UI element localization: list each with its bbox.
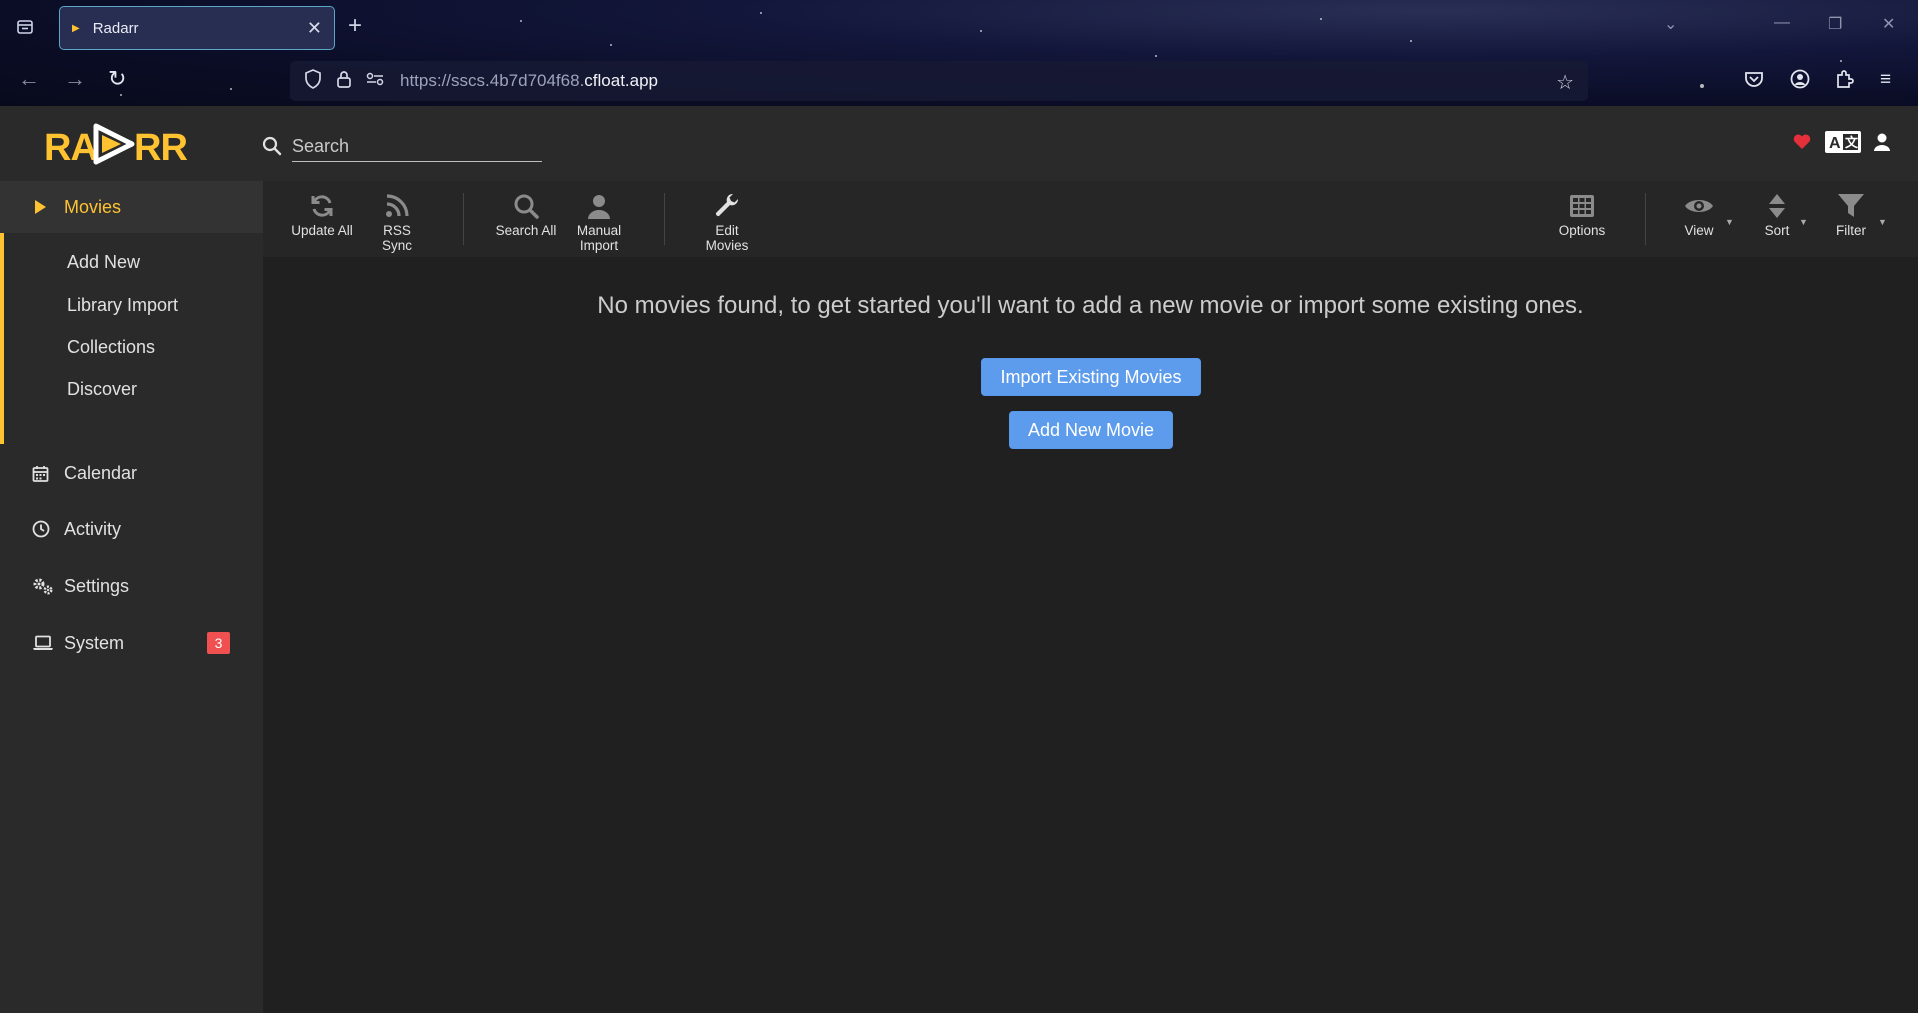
toolbar-separator <box>664 193 665 245</box>
app-header: RA RR A文 <box>0 106 1918 181</box>
table-icon <box>1553 189 1611 223</box>
view-caret-icon[interactable]: ▼ <box>1725 217 1734 227</box>
manual-import-button[interactable]: Manual Import <box>571 189 627 253</box>
filter-icon <box>1831 189 1871 223</box>
sidebar-item-label: Activity <box>64 518 122 539</box>
svg-text:RA: RA <box>44 127 97 169</box>
refresh-icon <box>290 189 354 223</box>
sort-icon <box>1759 189 1795 223</box>
sidebar-item-movies[interactable]: Movies <box>0 181 263 233</box>
laptop-icon <box>0 635 64 651</box>
sidebar-item-settings[interactable]: Settings <box>0 560 263 612</box>
donate-heart-icon[interactable] <box>1792 132 1812 157</box>
lock-icon[interactable] <box>336 69 352 94</box>
back-icon[interactable]: ← <box>18 66 40 92</box>
svg-text:RR: RR <box>134 127 187 169</box>
add-new-movie-button[interactable]: Add New Movie <box>1009 411 1173 449</box>
sidebar-item-library-import[interactable]: Library Import <box>67 295 178 325</box>
view-menu-button[interactable]: View <box>1679 189 1719 238</box>
wrench-icon <box>699 189 755 223</box>
manual-import-label-1: Manual <box>576 223 622 238</box>
edit-movies-label-2: Movies <box>705 238 749 253</box>
import-existing-movies-button[interactable]: Import Existing Movies <box>981 358 1201 396</box>
sidebar-item-label: System <box>64 632 125 653</box>
tab-list-icon[interactable] <box>10 12 40 42</box>
sidebar-item-label: Movies <box>64 196 122 217</box>
sidebar-item-activity[interactable]: Activity <box>0 503 263 555</box>
chevron-down-icon[interactable]: ⌄ <box>1664 14 1677 34</box>
eye-icon <box>1679 189 1719 223</box>
radarr-logo[interactable]: RA RR <box>44 118 194 170</box>
sidebar-item-label: Calendar <box>64 462 138 483</box>
extensions-icon[interactable] <box>1834 69 1854 95</box>
browser-tab[interactable]: ▶ Radarr ✕ <box>59 6 335 50</box>
svg-text:文: 文 <box>1845 135 1859 150</box>
sidebar-item-discover[interactable]: Discover <box>67 379 137 409</box>
rss-sync-label: RSS Sync <box>381 223 412 253</box>
reload-icon[interactable]: ↻ <box>108 66 126 92</box>
url-dim: https://sscs.4b7d704f68. <box>400 71 585 90</box>
sort-menu-button[interactable]: Sort <box>1759 189 1795 238</box>
sidebar-item-collections[interactable]: Collections <box>67 337 155 367</box>
sidebar-item-calendar[interactable]: Calendar <box>0 447 263 499</box>
sort-label: Sort <box>1764 223 1790 238</box>
filter-caret-icon[interactable]: ▼ <box>1878 217 1887 227</box>
sidebar-item-label: Settings <box>64 575 130 596</box>
page-toolbar: Update All RSS Sync Search All Manual Im… <box>263 181 1918 257</box>
play-icon <box>0 199 64 215</box>
new-tab-icon[interactable]: + <box>348 12 362 40</box>
filter-label: Filter <box>1836 223 1866 238</box>
sidebar-item-add-new[interactable]: Add New <box>67 252 140 282</box>
tab-title: Radarr <box>92 19 139 37</box>
update-all-button[interactable]: Update All <box>290 189 354 238</box>
svg-text:A: A <box>1829 135 1841 152</box>
options-button[interactable]: Options <box>1553 189 1611 238</box>
close-window-icon[interactable]: ✕ <box>1882 14 1895 34</box>
system-health-badge: 3 <box>207 632 230 654</box>
sort-caret-icon[interactable]: ▼ <box>1799 217 1808 227</box>
account-icon[interactable] <box>1790 69 1810 95</box>
translate-icon[interactable]: A文 <box>1824 130 1862 159</box>
user-icon <box>571 189 627 223</box>
url-domain: cfloat.app <box>584 71 659 90</box>
options-label: Options <box>1558 223 1606 238</box>
minimize-icon[interactable]: — <box>1774 14 1790 32</box>
clock-icon <box>0 520 64 538</box>
toolbar-separator <box>463 193 464 245</box>
toolbar-separator <box>1645 193 1646 245</box>
rss-icon <box>367 189 427 223</box>
view-label: View <box>1684 223 1714 238</box>
url-text[interactable]: https://sscs.4b7d704f68.cfloat.app <box>400 71 658 91</box>
bookmark-star-icon[interactable]: ☆ <box>1556 70 1574 95</box>
search-all-button[interactable]: Search All <box>493 189 559 238</box>
main-content: No movies found, to get started you'll w… <box>263 257 1918 1013</box>
shield-icon[interactable] <box>304 68 322 94</box>
menu-icon[interactable]: ≡ <box>1880 69 1891 91</box>
filter-menu-button[interactable]: Filter <box>1831 189 1871 238</box>
calendar-icon <box>0 465 64 482</box>
permissions-icon[interactable] <box>366 71 384 92</box>
rss-sync-button[interactable]: RSS Sync <box>367 189 427 253</box>
browser-chrome: ▶ Radarr ✕ + ⌄ — ❐ ✕ ← → ↻ https://sscs.… <box>0 0 1918 106</box>
search-icon <box>262 136 282 156</box>
pocket-icon[interactable] <box>1744 69 1764 95</box>
sidebar: Movies Add New Library Import Collection… <box>0 181 263 1013</box>
gears-icon <box>0 577 64 595</box>
address-bar[interactable]: https://sscs.4b7d704f68.cfloat.app ☆ <box>290 61 1588 101</box>
close-tab-icon[interactable]: ✕ <box>307 18 322 39</box>
forward-icon[interactable]: → <box>64 66 86 92</box>
edit-movies-button[interactable]: Edit Movies <box>699 189 755 253</box>
search-input[interactable] <box>292 132 542 162</box>
edit-movies-label-1: Edit <box>715 223 739 238</box>
radarr-favicon-icon: ▶ <box>72 22 80 34</box>
restore-icon[interactable]: ❐ <box>1828 14 1842 34</box>
search-icon <box>493 189 559 223</box>
search-all-label: Search All <box>495 223 557 238</box>
search-bar <box>262 130 542 166</box>
manual-import-label-2: Import <box>579 238 619 253</box>
user-icon[interactable] <box>1872 132 1892 157</box>
no-movies-message: No movies found, to get started you'll w… <box>597 292 1584 319</box>
update-all-label: Update All <box>291 223 353 238</box>
